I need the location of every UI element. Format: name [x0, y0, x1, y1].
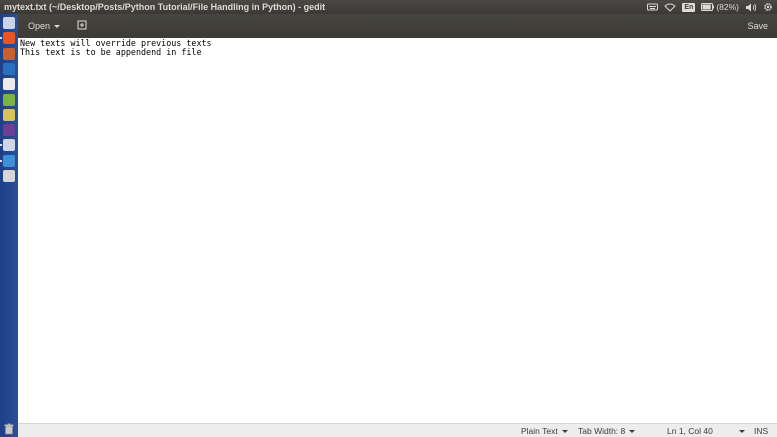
wifi-icon[interactable] — [664, 3, 677, 12]
language-icon[interactable]: En — [682, 2, 696, 12]
text-editor-icon[interactable] — [3, 78, 15, 91]
header-bar: Open Save — [18, 14, 777, 38]
syntax-label: Plain Text — [521, 426, 558, 436]
battery-indicator[interactable]: (82%) — [701, 2, 739, 12]
firefox-icon[interactable] — [3, 32, 15, 45]
tab-width-label: Tab Width: 8 — [578, 426, 626, 436]
battery-percent: (82%) — [716, 2, 739, 12]
running-indicator — [0, 37, 2, 40]
top-panel: mytext.txt (~/Desktop/Posts/Python Tutor… — [0, 0, 777, 14]
insert-mode[interactable]: INS — [754, 426, 768, 436]
battery-icon — [701, 3, 715, 11]
chevron-down-icon — [629, 429, 636, 433]
running-indicator — [0, 144, 2, 147]
browser-icon[interactable] — [3, 154, 15, 167]
status-bar: Plain Text Tab Width: 8 Ln 1, Col 40 INS — [18, 423, 777, 437]
new-document-icon[interactable] — [77, 20, 87, 30]
gedit-icon[interactable] — [3, 139, 15, 152]
screenshot-icon[interactable] — [3, 170, 15, 182]
gear-icon[interactable] — [763, 2, 773, 12]
cursor-position-label: Ln 1, Col 40 — [667, 426, 713, 436]
indicator-area: En (82%) — [647, 0, 773, 14]
save-button[interactable]: Save — [747, 21, 768, 31]
files-icon[interactable] — [3, 47, 15, 60]
store-icon[interactable] — [3, 108, 15, 121]
chevron-down-icon — [561, 429, 568, 433]
open-button[interactable]: Open — [28, 21, 61, 31]
insert-mode-label: INS — [754, 426, 769, 436]
launcher — [0, 14, 18, 437]
volume-icon[interactable] — [745, 3, 757, 12]
running-indicator — [0, 159, 2, 162]
spreadsheet-icon[interactable] — [3, 93, 15, 106]
cursor-position[interactable]: Ln 1, Col 40 — [667, 426, 745, 436]
trash-icon[interactable] — [3, 422, 15, 435]
dash-icon[interactable] — [3, 17, 15, 29]
terminal-icon[interactable] — [3, 124, 15, 137]
editor-line: This text is to be appendend in file — [20, 47, 202, 58]
chevron-down-icon — [54, 24, 61, 28]
app-icon[interactable] — [3, 62, 15, 75]
open-label: Open — [28, 21, 51, 31]
keyboard-icon[interactable] — [647, 3, 659, 11]
text-editor[interactable]: New texts will override previous texts T… — [18, 38, 777, 423]
window-title: mytext.txt (~/Desktop/Posts/Python Tutor… — [4, 2, 326, 12]
syntax-selector[interactable]: Plain Text — [521, 426, 568, 436]
tab-width-selector[interactable]: Tab Width: 8 — [578, 426, 636, 436]
chevron-down-icon — [738, 429, 745, 433]
language-label: En — [682, 2, 696, 12]
